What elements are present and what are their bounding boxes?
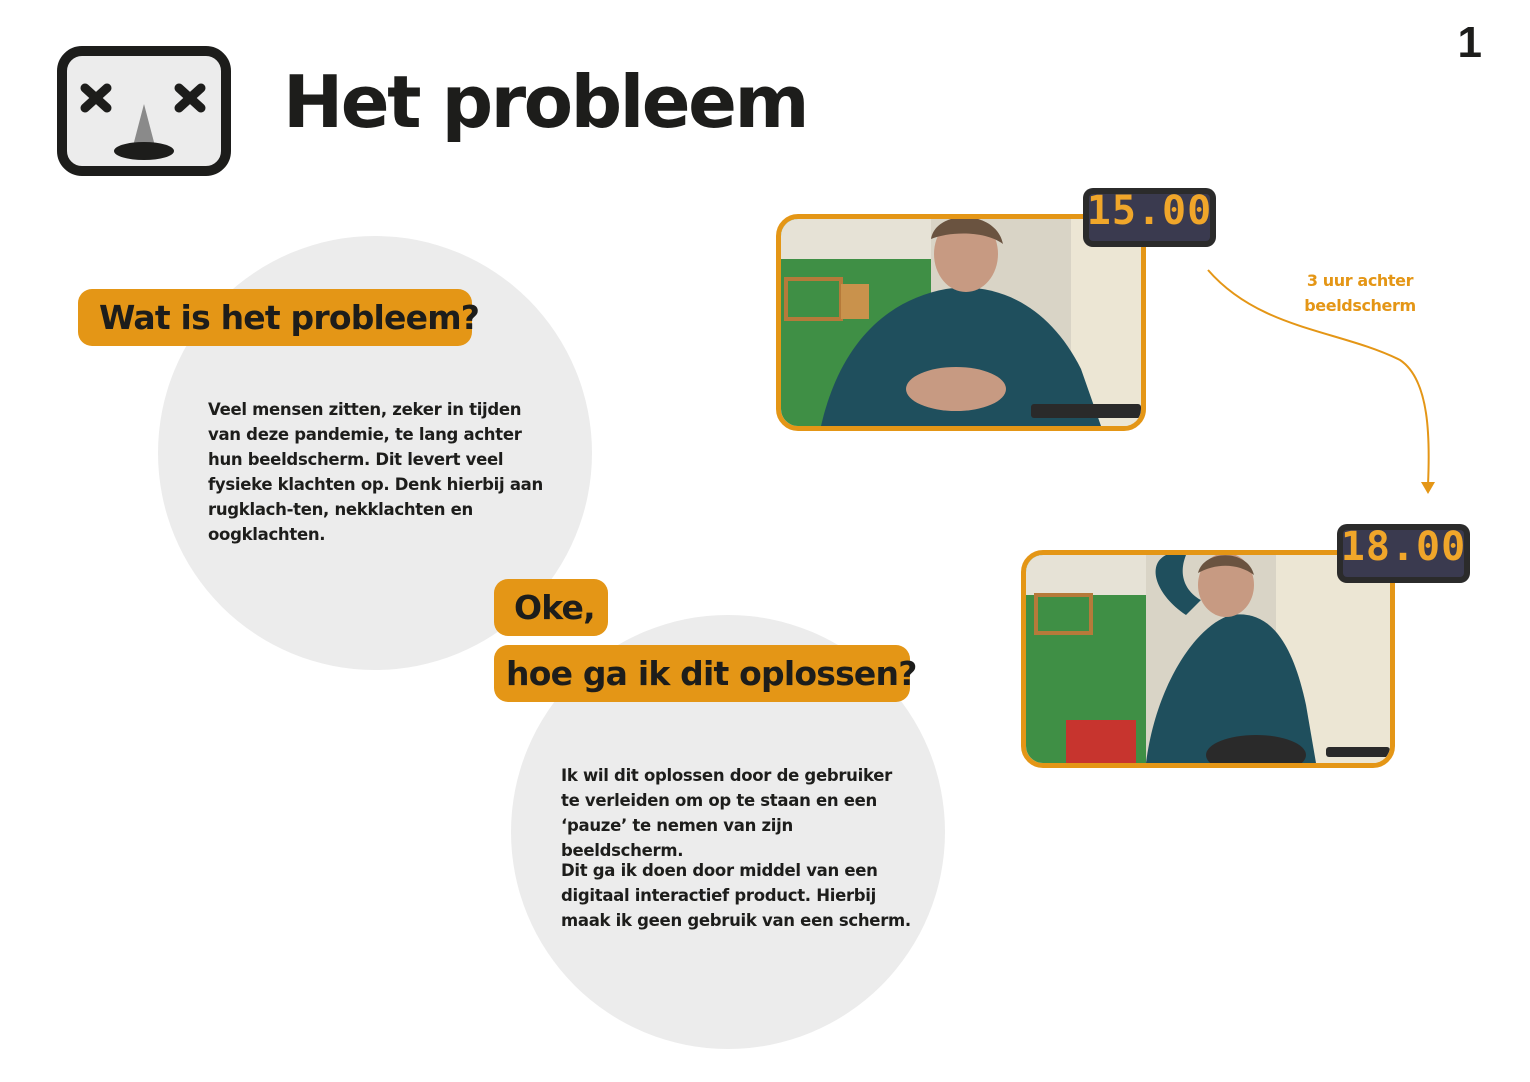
solution-intro-label: Oke, <box>494 579 608 636</box>
page-number: 1 <box>1457 18 1482 67</box>
digital-clock-before: 15.00 <box>1083 188 1216 247</box>
solution-question-label: hoe ga ik dit oplossen? <box>494 645 917 702</box>
solution-description-1: Ik wil dit oplossen door de gebruiker te… <box>561 766 892 860</box>
solution-description-2: Dit ga ik doen door middel van een digit… <box>561 861 911 930</box>
arrow-curve-icon <box>1207 269 1435 494</box>
clock-time: 15.00 <box>1086 188 1213 234</box>
page-title: Het probleem <box>283 60 810 144</box>
problem-description: Veel mensen zitten, zeker in tijden van … <box>208 400 543 544</box>
dead-face-screen-icon <box>57 46 231 176</box>
problem-question-label: Wat is het probleem? <box>78 289 480 346</box>
clock-time: 18.00 <box>1340 524 1467 570</box>
digital-clock-after: 18.00 <box>1337 524 1470 583</box>
